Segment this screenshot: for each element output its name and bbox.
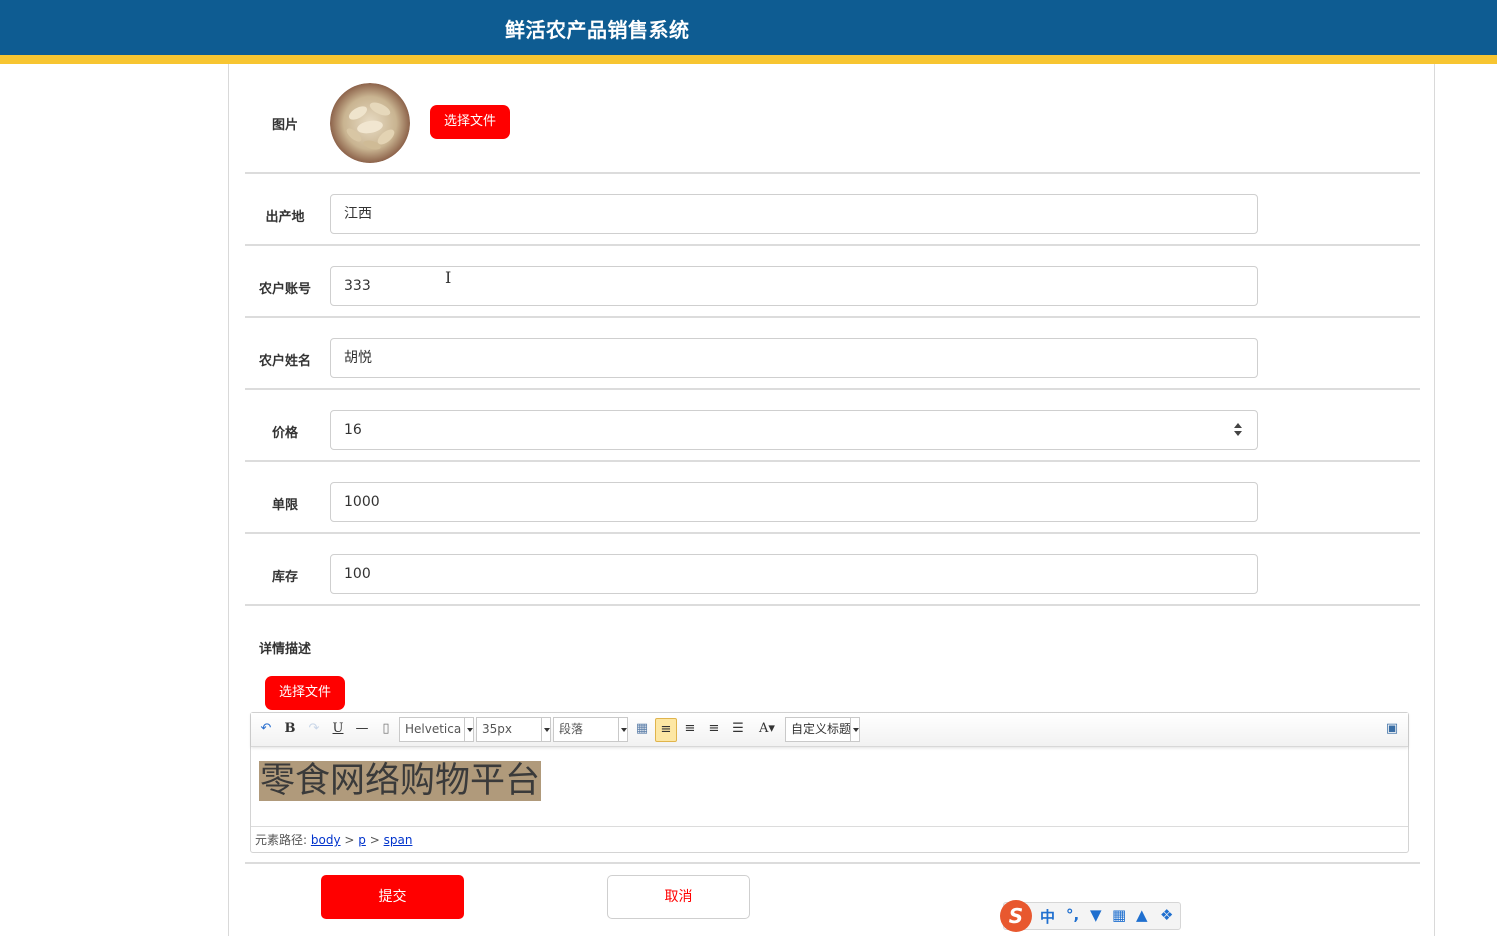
chevron-down-icon <box>618 718 627 741</box>
text-cursor-icon: I <box>445 268 452 287</box>
origin-label: 出产地 <box>265 210 305 225</box>
origin-input[interactable]: 江西 <box>330 194 1258 234</box>
chevron-down-icon <box>850 718 859 741</box>
font-size-select[interactable]: 35px <box>476 717 551 742</box>
cancel-button[interactable]: 取消 <box>607 875 750 919</box>
stock-input[interactable]: 100 <box>330 554 1258 594</box>
paragraph-value: 段落 <box>559 722 584 736</box>
editor-toolbar: ↶ B ↷ U — ▯ Helvetica 35px 段落 ▦ ≡ ≡ ≡ ☰ <box>251 713 1408 747</box>
editor-content[interactable]: 零食网络购物平台 <box>259 761 542 801</box>
submit-button[interactable]: 提交 <box>321 875 464 919</box>
fullscreen-icon[interactable]: ▣ <box>1383 719 1401 739</box>
toolbox-icon[interactable]: ❖ <box>1160 906 1173 924</box>
sogou-logo-icon[interactable]: S <box>1000 900 1032 932</box>
price-row: 价格 16 <box>245 390 1420 462</box>
keyboard-icon[interactable]: ▦ <box>1112 906 1126 924</box>
choose-image-button[interactable]: 选择文件 <box>430 105 510 139</box>
underline-icon[interactable]: U <box>329 719 347 739</box>
align-left-icon[interactable]: ≡ <box>655 718 677 742</box>
ime-mode[interactable]: 中 <box>1040 906 1055 927</box>
align-justify-icon[interactable]: ☰ <box>729 719 747 739</box>
description-label: 详情描述 <box>258 642 311 657</box>
align-right-icon[interactable]: ≡ <box>681 719 699 739</box>
product-image <box>330 83 410 163</box>
price-label: 价格 <box>271 426 298 441</box>
price-input[interactable]: 16 <box>330 410 1258 450</box>
price-value: 16 <box>344 422 362 438</box>
form-panel: 图片 选择文件 出产地 江西 农户账号 333 I 农户姓名 胡悦 价格 16 … <box>228 64 1435 936</box>
farmer-account-input[interactable]: 333 <box>330 266 1258 306</box>
chevron-down-icon <box>541 718 550 741</box>
stock-label: 库存 <box>271 570 298 585</box>
horizontal-rule-icon[interactable]: — <box>353 719 371 739</box>
limit-label: 单限 <box>271 498 298 513</box>
farmer-name-row: 农户姓名 胡悦 <box>245 318 1420 390</box>
font-family-value: Helvetica <box>405 722 462 736</box>
bold-icon[interactable]: B <box>281 719 299 739</box>
header-stripe <box>0 55 1497 64</box>
image-label: 图片 <box>271 118 298 133</box>
path-link-p[interactable]: p <box>358 833 366 847</box>
font-family-select[interactable]: Helvetica <box>399 717 474 742</box>
rich-text-editor: ↶ B ↷ U — ▯ Helvetica 35px 段落 ▦ ≡ ≡ ≡ ☰ <box>250 712 1409 853</box>
path-link-span[interactable]: span <box>384 833 413 847</box>
app-title: 鲜活农产品销售系统 <box>505 18 690 42</box>
undo-icon[interactable]: ↶ <box>257 719 275 739</box>
stock-row: 库存 100 <box>245 534 1420 606</box>
paragraph-select[interactable]: 段落 <box>553 717 628 742</box>
custom-heading-select[interactable]: 自定义标题 <box>785 717 860 742</box>
font-color-icon[interactable]: A▾ <box>755 719 779 739</box>
limit-input[interactable]: 1000 <box>330 482 1258 522</box>
farmer-name-input[interactable]: 胡悦 <box>330 338 1258 378</box>
path-link-body[interactable]: body <box>311 833 341 847</box>
farmer-account-row: 农户账号 333 I <box>245 246 1420 318</box>
limit-row: 单限 1000 <box>245 462 1420 534</box>
origin-row: 出产地 江西 <box>245 174 1420 246</box>
custom-heading-value: 自定义标题 <box>791 722 851 736</box>
farmer-account-label: 农户账号 <box>258 282 311 297</box>
farmer-name-label: 农户姓名 <box>258 354 311 369</box>
skin-icon[interactable]: ▲ <box>1136 906 1148 924</box>
align-center-icon[interactable]: ≡ <box>705 719 723 739</box>
app-header: 鲜活农产品销售系统 <box>0 0 1497 55</box>
choose-description-file-button[interactable]: 选择文件 <box>265 676 345 710</box>
element-path-label: 元素路径: <box>255 833 308 847</box>
number-spinner-icon[interactable] <box>1233 422 1243 438</box>
microphone-icon[interactable]: ▼ <box>1090 906 1102 924</box>
chevron-down-icon <box>464 718 473 741</box>
image-row: 图片 选择文件 <box>245 64 1420 174</box>
element-path-bar: 元素路径: body > p > span <box>251 826 1408 852</box>
redo-icon[interactable]: ↷ <box>305 719 323 739</box>
document-icon[interactable]: ▯ <box>377 719 395 739</box>
font-size-value: 35px <box>482 722 512 736</box>
punctuation-icon[interactable]: °, <box>1066 906 1079 924</box>
table-icon[interactable]: ▦ <box>633 719 651 739</box>
ime-toolbar: S 中 °, ▼ ▦ ▲ ❖ <box>1000 900 1181 932</box>
